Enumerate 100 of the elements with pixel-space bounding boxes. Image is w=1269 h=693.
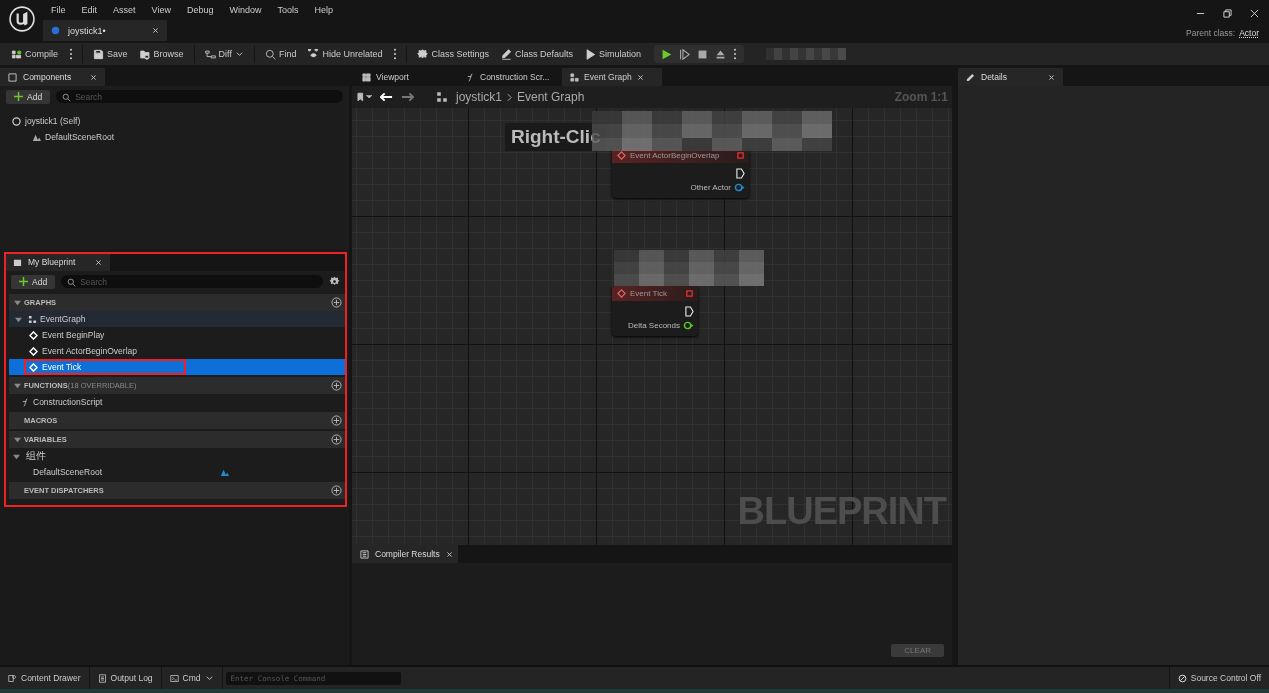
close-icon[interactable] (90, 73, 97, 81)
search-field[interactable]: Search (61, 275, 323, 288)
tab-title: Compiler Results (375, 549, 440, 559)
viewport-icon (362, 72, 371, 82)
expand-arrow-icon[interactable] (13, 452, 20, 460)
list-row[interactable]: Event ActorBeginOverlap (9, 343, 346, 359)
bookmark-icon[interactable] (357, 92, 372, 102)
tree-item[interactable]: joystick1 (Self) (25, 116, 81, 126)
forward-arrow-icon[interactable] (401, 92, 414, 102)
menu-item[interactable]: Help (306, 4, 341, 15)
tab-title: Details (981, 72, 1008, 82)
add-icon[interactable] (331, 297, 342, 308)
search-icon (264, 48, 276, 60)
list-item[interactable]: Event ActorBeginOverlap (25, 344, 185, 358)
add-button[interactable]: Add (11, 274, 56, 289)
expand-arrow-icon[interactable] (14, 436, 21, 443)
close-icon[interactable] (636, 73, 644, 81)
event-node[interactable]: Event ActorBeginOverlap Other Actor (612, 148, 749, 198)
graph-icon (436, 91, 448, 103)
back-arrow-icon[interactable] (380, 92, 393, 102)
editor-tab[interactable]: Event Graph (562, 68, 662, 86)
toolbar-button[interactable]: Save (88, 46, 133, 62)
function-icon (466, 72, 475, 82)
panel-tab[interactable]: My Blueprint (5, 253, 110, 271)
close-icon[interactable] (152, 27, 159, 34)
eject-icon[interactable] (715, 48, 727, 60)
editor-tab[interactable]: Construction Scr... (458, 68, 558, 86)
menu-item[interactable]: File (43, 4, 74, 15)
search-field[interactable]: Search (56, 90, 343, 103)
menu-item[interactable]: Edit (73, 4, 106, 15)
toolbar-button[interactable]: Simulation (580, 46, 647, 62)
stop-icon[interactable] (697, 48, 709, 60)
more-icon[interactable] (69, 48, 73, 60)
add-icon[interactable] (331, 434, 342, 445)
expand-arrow-icon[interactable] (15, 315, 22, 323)
breadcrumb-item[interactable]: Event Graph (517, 90, 585, 104)
log-icon (97, 673, 107, 683)
panel-tab[interactable]: Details (958, 68, 1063, 86)
more-icon[interactable] (393, 48, 398, 60)
tab-title: My Blueprint (28, 257, 77, 267)
exec-pin-icon (736, 168, 745, 179)
pin-label: Delta Seconds (627, 321, 680, 330)
expand-arrow-icon[interactable] (14, 299, 21, 306)
close-icon[interactable] (445, 550, 453, 558)
close-icon[interactable] (1048, 73, 1055, 81)
list-row[interactable]: Event Tick (9, 359, 346, 375)
add-icon[interactable] (331, 485, 342, 496)
toolbar-button[interactable]: Find (259, 46, 302, 62)
menu-item[interactable]: View (143, 4, 179, 15)
toolbar-button[interactable]: Class Settings (412, 46, 494, 62)
pencil-icon (501, 48, 512, 60)
list-row[interactable]: Event BeginPlay (9, 327, 346, 343)
drawer-icon (8, 673, 17, 683)
folder-search-icon (139, 48, 151, 60)
blueprint-icon (51, 26, 60, 35)
document-tab[interactable]: joystick1• (43, 20, 167, 41)
list-item[interactable]: DefaultSceneRoot (33, 467, 102, 477)
panel-tab[interactable]: Compiler Results (352, 545, 458, 563)
close-icon[interactable] (95, 258, 102, 266)
component-icon (8, 72, 17, 82)
event-node[interactable]: Event Tick Delta Seconds (612, 286, 698, 336)
parent-class-link[interactable]: Actor (1239, 28, 1259, 38)
add-icon[interactable] (331, 380, 342, 391)
toolbar-button[interactable]: Diff (199, 46, 249, 62)
parent-class-label: Parent class: (1186, 28, 1236, 38)
toolbar-button[interactable]: Compile (6, 46, 63, 62)
list-item[interactable]: ConstructionScript (33, 397, 103, 407)
close-icon[interactable] (1250, 9, 1259, 18)
list-item[interactable]: EventGraph (40, 314, 86, 324)
list-item[interactable]: Event BeginPlay (25, 328, 185, 342)
restore-icon[interactable] (1223, 9, 1232, 18)
breadcrumb-item[interactable]: joystick1 (456, 90, 502, 104)
compile-icon (11, 48, 22, 60)
toolbar-button[interactable]: Hide Unrelated (303, 46, 388, 62)
list-item[interactable]: 组件 (26, 449, 46, 463)
more-icon[interactable] (733, 48, 738, 60)
play-icon[interactable] (661, 48, 673, 60)
eye-icon (308, 48, 320, 60)
delegate-pin-icon (686, 290, 693, 297)
function-icon (21, 397, 30, 407)
graph-canvas[interactable]: Right-Clic Event ActorBeginOverlap Other Actor Event Tick Delta Seconds BLUEPRINT (352, 108, 952, 545)
add-icon[interactable] (331, 415, 342, 426)
step-icon[interactable] (679, 48, 691, 60)
tree-item[interactable]: DefaultSceneRoot (45, 132, 114, 142)
diff-icon (204, 48, 216, 60)
settings-icon[interactable] (329, 276, 340, 287)
toolbar-button[interactable]: Browse (134, 46, 189, 62)
panel-tab[interactable]: Components (0, 68, 105, 86)
editor-tab[interactable]: Viewport (354, 68, 454, 86)
menu-item[interactable]: Tools (269, 4, 307, 15)
add-button[interactable]: Add (6, 89, 51, 104)
node-title: Event Tick (630, 289, 668, 298)
list-item[interactable]: Event Tick (25, 360, 185, 374)
engine-logo[interactable] (9, 6, 35, 32)
menu-item[interactable]: Asset (105, 4, 144, 15)
menu-item[interactable]: Window (221, 4, 270, 15)
menu-item[interactable]: Debug (178, 4, 222, 15)
caret-icon (204, 673, 214, 683)
expand-arrow-icon[interactable] (14, 382, 21, 389)
toolbar-button[interactable]: Class Defaults (496, 46, 578, 62)
